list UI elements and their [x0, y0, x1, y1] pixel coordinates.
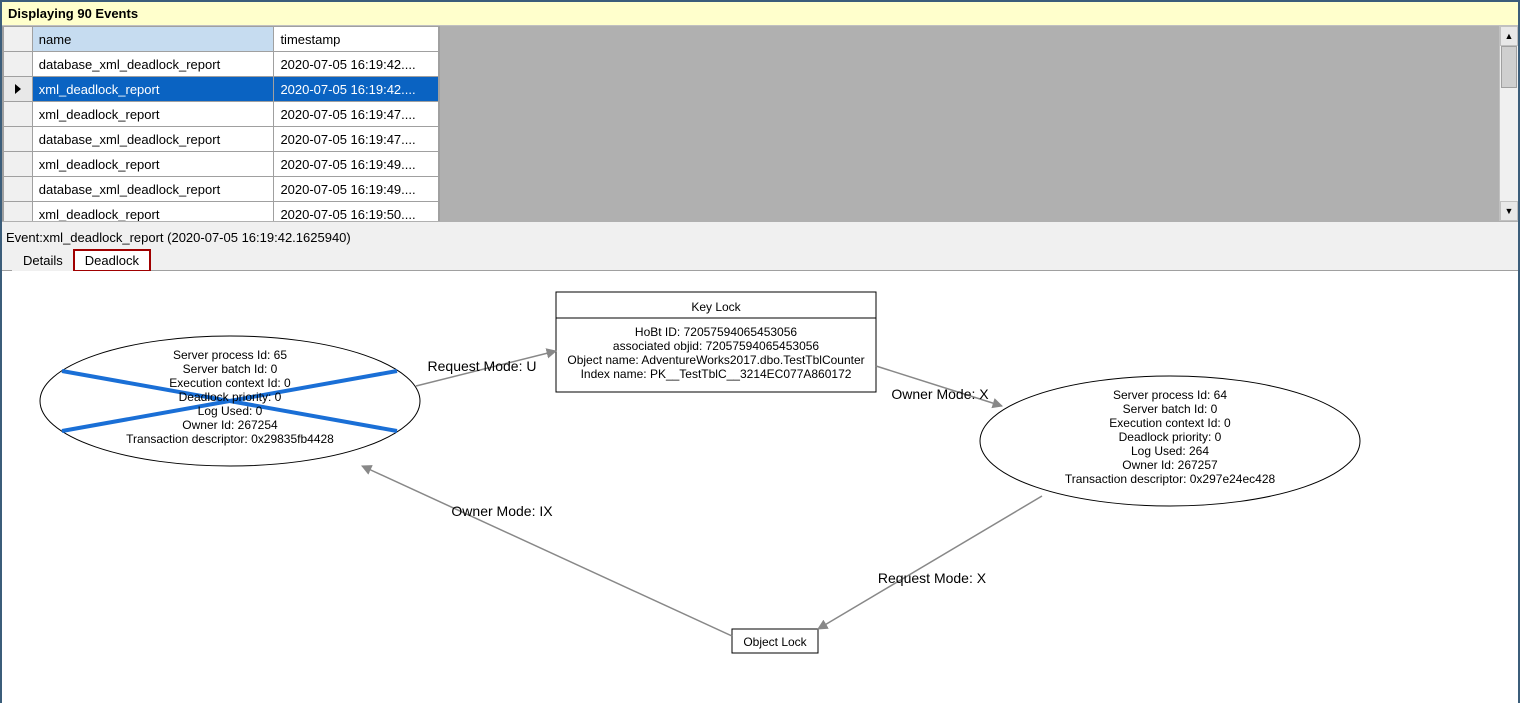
table-row[interactable]: database_xml_deadlock_report2020-07-05 1… — [4, 52, 439, 77]
column-header-name[interactable]: name — [32, 27, 274, 52]
edge-owner-ix — [362, 466, 732, 636]
node-text-line: Server process Id: 64 — [1113, 388, 1227, 402]
object-lock-title: Object Lock — [743, 635, 807, 649]
detail-tabs: Details Deadlock — [2, 249, 1518, 271]
cell-timestamp: 2020-07-05 16:19:49.... — [274, 152, 439, 177]
app-root: Displaying 90 Events name timestamp data… — [2, 2, 1518, 703]
deadlock-graph: Server process Id: 65Server batch Id: 0E… — [2, 271, 1512, 691]
node-text-line: Transaction descriptor: 0x29835fb4428 — [126, 432, 334, 446]
deadlock-graph-pane[interactable]: Server process Id: 65Server batch Id: 0E… — [2, 271, 1518, 703]
node-text-line: Deadlock priority: 0 — [1119, 430, 1222, 444]
scroll-down-button[interactable]: ▼ — [1500, 201, 1518, 221]
cell-timestamp: 2020-07-05 16:19:47.... — [274, 127, 439, 152]
object-lock-node[interactable]: Object Lock — [732, 629, 818, 653]
cell-name: xml_deadlock_report — [32, 152, 274, 177]
cell-timestamp: 2020-07-05 16:19:50.... — [274, 202, 439, 222]
events-count-text: Displaying 90 Events — [8, 6, 138, 21]
grid-scrollbar[interactable]: ▲ ▼ — [1499, 26, 1518, 221]
cell-name: xml_deadlock_report — [32, 77, 274, 102]
table-row[interactable]: xml_deadlock_report2020-07-05 16:19:47..… — [4, 102, 439, 127]
cell-name: database_xml_deadlock_report — [32, 177, 274, 202]
row-header — [4, 152, 33, 177]
edge-label-request-u: Request Mode: U — [428, 358, 537, 374]
scroll-track[interactable] — [1500, 46, 1518, 201]
event-detail-title: Event:xml_deadlock_report (2020-07-05 16… — [2, 222, 1518, 249]
node-text-line: Server batch Id: 0 — [1123, 402, 1218, 416]
edge-request-x — [818, 496, 1042, 629]
edge-label-owner-x: Owner Mode: X — [891, 386, 989, 402]
cell-timestamp: 2020-07-05 16:19:47.... — [274, 102, 439, 127]
events-grid[interactable]: name timestamp database_xml_deadlock_rep… — [2, 26, 440, 221]
cell-timestamp: 2020-07-05 16:19:42.... — [274, 77, 439, 102]
row-header — [4, 177, 33, 202]
row-header — [4, 102, 33, 127]
key-lock-title: Key Lock — [691, 300, 741, 314]
cell-name: xml_deadlock_report — [32, 202, 274, 222]
node-text-line: Index name: PK__TestTblC__3214EC077A8601… — [581, 367, 852, 381]
node-text-line: Server batch Id: 0 — [183, 362, 278, 376]
table-row[interactable]: xml_deadlock_report2020-07-05 16:19:42..… — [4, 77, 439, 102]
key-lock-node[interactable]: Key Lock HoBt ID: 72057594065453056assoc… — [556, 292, 876, 392]
node-text-line: Execution context Id: 0 — [1109, 416, 1231, 430]
row-header — [4, 202, 33, 222]
table-row[interactable]: xml_deadlock_report2020-07-05 16:19:49..… — [4, 152, 439, 177]
node-text-line: Log Used: 264 — [1131, 444, 1209, 458]
events-grid-region: name timestamp database_xml_deadlock_rep… — [2, 26, 1518, 222]
cell-name: database_xml_deadlock_report — [32, 52, 274, 77]
row-header — [4, 127, 33, 152]
events-count-banner: Displaying 90 Events — [2, 2, 1518, 26]
node-text-line: Object name: AdventureWorks2017.dbo.Test… — [567, 353, 864, 367]
row-header-corner — [4, 27, 33, 52]
cell-timestamp: 2020-07-05 16:19:49.... — [274, 177, 439, 202]
row-header — [4, 52, 33, 77]
victim-process-node[interactable]: Server process Id: 65Server batch Id: 0E… — [40, 336, 420, 466]
table-row[interactable]: database_xml_deadlock_report2020-07-05 1… — [4, 127, 439, 152]
node-text-line: associated objid: 72057594065453056 — [613, 339, 820, 353]
node-text-line: Deadlock priority: 0 — [179, 390, 282, 404]
current-row-indicator-icon — [15, 84, 21, 94]
column-header-timestamp[interactable]: timestamp — [274, 27, 439, 52]
edge-label-request-x: Request Mode: X — [878, 570, 987, 586]
tab-details[interactable]: Details — [12, 250, 74, 271]
table-row[interactable]: xml_deadlock_report2020-07-05 16:19:50..… — [4, 202, 439, 222]
node-text-line: Server process Id: 65 — [173, 348, 287, 362]
row-header — [4, 77, 33, 102]
tab-deadlock[interactable]: Deadlock — [74, 250, 150, 271]
scroll-up-button[interactable]: ▲ — [1500, 26, 1518, 46]
node-text-line: Owner Id: 267257 — [1122, 458, 1218, 472]
edge-label-owner-ix: Owner Mode: IX — [451, 503, 553, 519]
node-text-line: HoBt ID: 72057594065453056 — [635, 325, 797, 339]
table-row[interactable]: database_xml_deadlock_report2020-07-05 1… — [4, 177, 439, 202]
survivor-process-node[interactable]: Server process Id: 64Server batch Id: 0E… — [980, 376, 1360, 506]
node-text-line: Log Used: 0 — [198, 404, 263, 418]
node-text-line: Owner Id: 267254 — [182, 418, 278, 432]
cell-timestamp: 2020-07-05 16:19:42.... — [274, 52, 439, 77]
node-text-line: Transaction descriptor: 0x297e24ec428 — [1065, 472, 1276, 486]
cell-name: xml_deadlock_report — [32, 102, 274, 127]
node-text-line: Execution context Id: 0 — [169, 376, 291, 390]
cell-name: database_xml_deadlock_report — [32, 127, 274, 152]
scroll-thumb[interactable] — [1501, 46, 1517, 88]
